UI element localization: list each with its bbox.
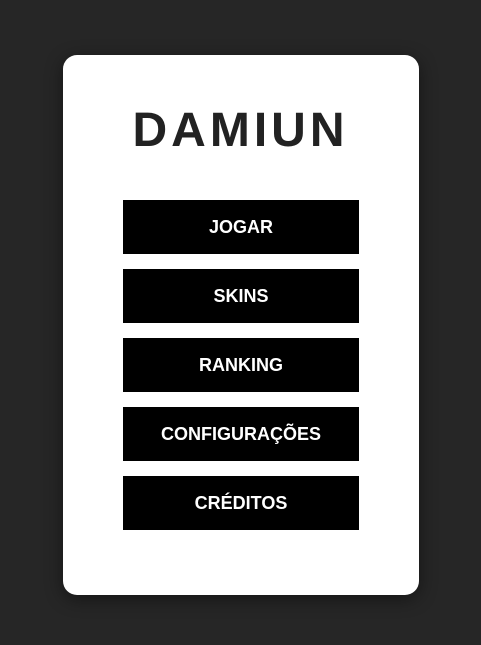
main-menu: JOGAR SKINS RANKING CONFIGURAÇÕES CRÉDIT…: [123, 200, 359, 530]
credits-button[interactable]: CRÉDITOS: [123, 476, 359, 530]
game-title: DAMIUN: [132, 104, 349, 157]
play-button[interactable]: JOGAR: [123, 200, 359, 254]
ranking-button[interactable]: RANKING: [123, 338, 359, 392]
skins-button[interactable]: SKINS: [123, 269, 359, 323]
settings-button[interactable]: CONFIGURAÇÕES: [123, 407, 359, 461]
